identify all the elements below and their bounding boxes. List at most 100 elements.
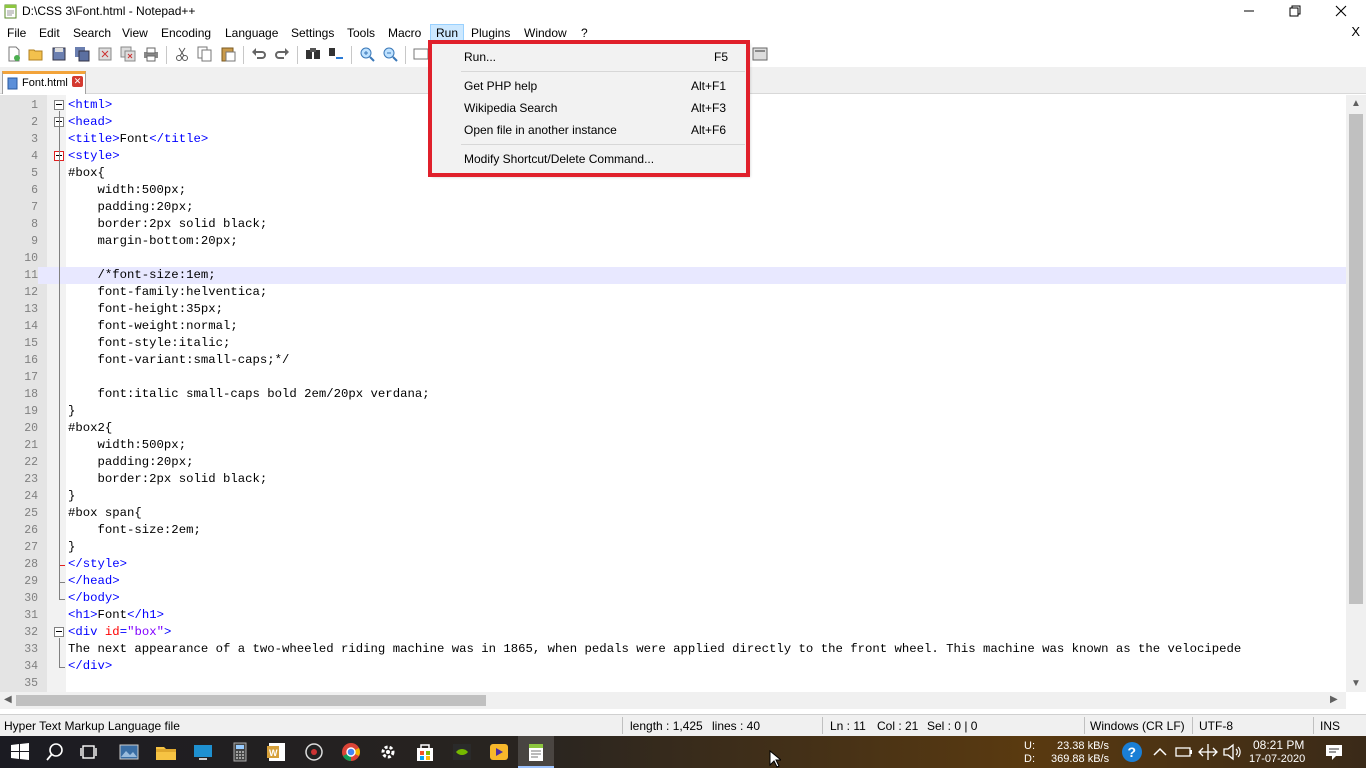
zoom-in-icon[interactable] (359, 46, 375, 62)
copy-icon[interactable] (197, 46, 213, 62)
file-explorer-icon[interactable] (154, 740, 178, 764)
code-line[interactable]: 28 </style> (0, 556, 1346, 573)
tab-font-html[interactable]: Font.html ✕ (2, 71, 86, 94)
word-icon[interactable]: W (265, 740, 289, 764)
undo-icon[interactable] (251, 46, 267, 62)
paste-icon[interactable] (220, 46, 236, 62)
photos-icon[interactable] (117, 740, 141, 764)
notepadpp-taskbar-icon[interactable] (524, 740, 548, 764)
code-line[interactable]: 19} (0, 403, 1346, 420)
tab-close-icon[interactable]: ✕ (72, 76, 83, 87)
code-line[interactable]: 22 padding:20px; (0, 454, 1346, 471)
desktop-icon[interactable] (191, 740, 215, 764)
menu-file[interactable]: File (7, 24, 26, 42)
code-line[interactable]: 23 border:2px solid black; (0, 471, 1346, 488)
code-line[interactable]: 9 margin-bottom:20px; (0, 233, 1346, 250)
code-line[interactable]: 21 width:500px; (0, 437, 1346, 454)
video-editor-icon[interactable] (487, 740, 511, 764)
calculator-icon[interactable] (228, 740, 252, 764)
menu-tools[interactable]: Tools (347, 24, 375, 42)
scroll-right-icon[interactable]: ▶ (1330, 694, 1338, 705)
code-line[interactable]: 6 width:500px; (0, 182, 1346, 199)
code-line[interactable]: 30 </body> (0, 590, 1346, 607)
clock-time[interactable]: 08:21 PM (1253, 738, 1304, 752)
fold-toggle-icon[interactable] (54, 627, 64, 637)
code-line[interactable]: 12 font-family:helventica; (0, 284, 1346, 301)
code-line[interactable]: 17 (0, 369, 1346, 386)
code-line[interactable]: 35 (0, 675, 1346, 692)
code-line[interactable]: 32 <div id="box"> (0, 624, 1346, 641)
close-all-icon[interactable] (120, 46, 136, 62)
code-line[interactable]: 18 font:italic small-caps bold 2em/20px … (0, 386, 1346, 403)
chrome-icon[interactable] (339, 740, 363, 764)
replace-icon[interactable] (328, 46, 344, 62)
code-text: border:2px solid black; (68, 472, 268, 486)
menu-language[interactable]: Language (225, 24, 278, 42)
open-file-icon[interactable] (28, 46, 44, 62)
notifications-icon[interactable] (1322, 740, 1346, 764)
new-file-icon[interactable] (6, 46, 22, 62)
scroll-up-icon[interactable]: ▲ (1351, 98, 1361, 109)
print-icon[interactable] (143, 46, 159, 62)
zoom-out-icon[interactable] (382, 46, 398, 62)
vertical-scroll-thumb[interactable] (1349, 114, 1363, 604)
volume-icon[interactable] (1220, 740, 1244, 764)
fold-toggle-icon[interactable] (54, 100, 64, 110)
task-view-icon[interactable] (78, 740, 102, 764)
code-line[interactable]: 8 border:2px solid black; (0, 216, 1346, 233)
menu-view[interactable]: View (122, 24, 148, 42)
code-line[interactable]: 15 font-style:italic; (0, 335, 1346, 352)
help-circle-icon[interactable]: ? (1120, 740, 1144, 764)
scroll-left-icon[interactable]: ◀ (4, 694, 12, 705)
close-document-button[interactable]: X (1351, 24, 1360, 39)
code-line[interactable]: 31 <h1>Font</h1> (0, 607, 1346, 624)
code-line[interactable]: 34 </div> (0, 658, 1346, 675)
scroll-down-icon[interactable]: ▼ (1351, 678, 1361, 689)
menu-macro[interactable]: Macro (388, 24, 421, 42)
code-line[interactable]: 11 /*font-size:1em; (0, 267, 1346, 284)
find-icon[interactable] (305, 46, 321, 62)
menu-encoding[interactable]: Encoding (161, 24, 211, 42)
code-editor[interactable]: 1 <html> 2 <head> 3 <title>Font</title> 4 <styl… (0, 95, 1366, 692)
close-button[interactable] (1318, 0, 1364, 22)
save-icon[interactable] (51, 46, 67, 62)
code-line[interactable]: 25 #box span{ (0, 505, 1346, 522)
panel-icon[interactable] (752, 46, 768, 62)
chevron-up-icon[interactable] (1148, 740, 1172, 764)
code-line[interactable]: 10 (0, 250, 1346, 267)
nvidia-icon[interactable] (450, 740, 474, 764)
code-line[interactable]: 16 font-variant:small-caps;*/ (0, 352, 1346, 369)
maximize-button[interactable] (1272, 0, 1318, 22)
store-icon[interactable] (413, 740, 437, 764)
clock-date[interactable]: 17-07-2020 (1249, 753, 1305, 765)
horizontal-scrollbar[interactable]: ◀ ▶ (0, 692, 1346, 709)
windows-start-icon[interactable] (8, 740, 32, 764)
settings-gear-icon[interactable] (376, 740, 400, 764)
search-icon[interactable] (43, 740, 67, 764)
network-icon[interactable] (1196, 740, 1220, 764)
code-line[interactable]: 13 font-height:35px; (0, 301, 1346, 318)
code-text: margin-bottom:20px; (68, 234, 238, 248)
code-line[interactable]: 24} (0, 488, 1346, 505)
cut-icon[interactable] (174, 46, 190, 62)
menu-edit[interactable]: Edit (39, 24, 60, 42)
code-line[interactable]: 29 </head> (0, 573, 1346, 590)
menu-settings[interactable]: Settings (291, 24, 334, 42)
media-player-icon[interactable] (302, 740, 326, 764)
close-file-icon[interactable] (97, 46, 113, 62)
vertical-scrollbar[interactable]: ▲ ▼ (1346, 95, 1366, 692)
code-line[interactable]: 14 font-weight:normal; (0, 318, 1346, 335)
code-line[interactable]: 20 #box2{ (0, 420, 1346, 437)
sync-scroll-icon[interactable] (413, 46, 429, 62)
code-line[interactable]: 26 font-size:2em; (0, 522, 1346, 539)
save-all-icon[interactable] (74, 46, 90, 62)
battery-plug-icon[interactable] (1172, 740, 1196, 764)
redo-icon[interactable] (274, 46, 290, 62)
horizontal-scroll-thumb[interactable] (16, 695, 486, 706)
code-line[interactable]: 27} (0, 539, 1346, 556)
line-number: 25 (0, 505, 38, 522)
menu-search[interactable]: Search (73, 24, 111, 42)
code-line[interactable]: 7 padding:20px; (0, 199, 1346, 216)
code-line[interactable]: 33 The next appearance of a two-wheeled r… (0, 641, 1346, 658)
minimize-button[interactable] (1226, 0, 1272, 22)
